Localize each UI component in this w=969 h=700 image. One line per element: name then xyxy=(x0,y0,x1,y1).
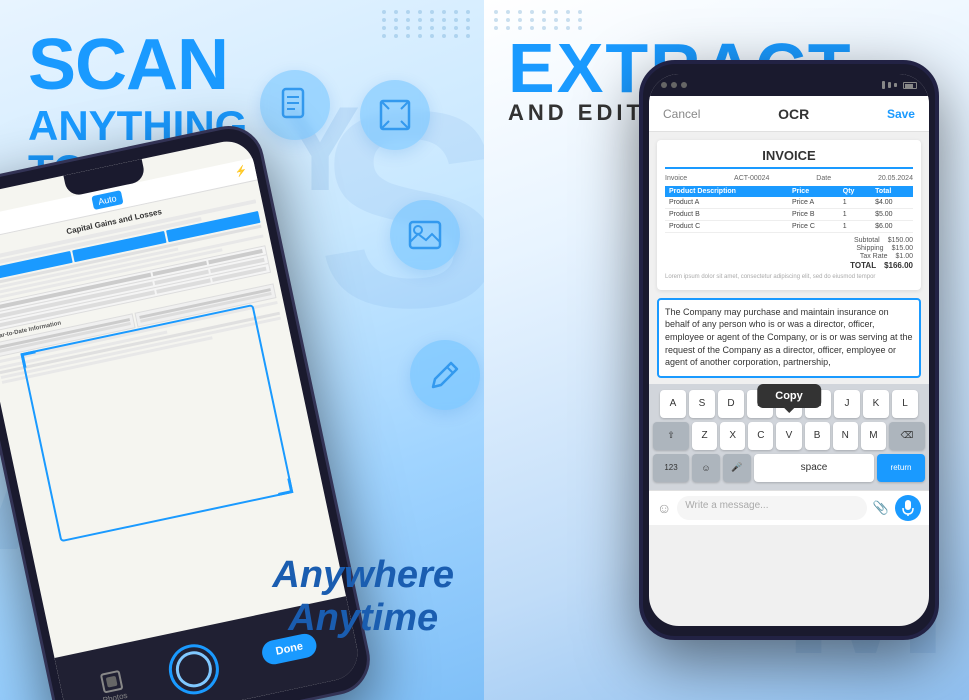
key-j[interactable]: J xyxy=(834,390,860,418)
phone-right: Cancel OCR Save INVOICE Invoice ACT-0002… xyxy=(639,60,939,640)
key-delete[interactable]: ⌫ xyxy=(889,422,925,450)
col-price: Price xyxy=(788,186,839,197)
invoice-small-text: Lorem ipsum dolor sit amet, consectetur … xyxy=(665,274,913,282)
right-panel: M EXTRACT AND EDIT ANY TEXT xyxy=(484,0,969,700)
key-mic[interactable]: 🎤 xyxy=(723,454,751,482)
ocr-save-button[interactable]: Save xyxy=(887,107,915,121)
invoice-totals: Subtotal$150.00 Shipping$15.00 Tax Rate$… xyxy=(665,237,913,270)
kb-row-2: ⇧ Z X C V B N M ⌫ xyxy=(653,422,925,450)
message-input[interactable]: Write a message... xyxy=(677,496,867,520)
key-n[interactable]: N xyxy=(833,422,858,450)
invoice-date-val: 20.05.2024 xyxy=(878,175,913,182)
key-return[interactable]: return xyxy=(877,454,925,482)
transform-icon-circle xyxy=(360,80,430,150)
kb-row-3: 123 ☺ 🎤 space return xyxy=(653,454,925,482)
key-space[interactable]: space xyxy=(754,454,874,482)
col-qty: Qty xyxy=(839,186,871,197)
ocr-cancel-button[interactable]: Cancel xyxy=(663,107,700,121)
total-val: $166.00 xyxy=(884,261,913,270)
scan-label: SCAN xyxy=(28,28,247,104)
tax-val: $1.00 xyxy=(895,253,913,260)
col-total: Total xyxy=(871,186,913,197)
key-emoji[interactable]: ☺ xyxy=(692,454,720,482)
capture-button[interactable] xyxy=(164,640,223,699)
subtotal-label: Subtotal xyxy=(854,237,880,244)
message-bar: ☺ Write a message... 📎 xyxy=(649,490,929,525)
key-k[interactable]: K xyxy=(863,390,889,418)
smiley-icon: ☺ xyxy=(657,500,671,516)
col-product: Product Description xyxy=(665,186,788,197)
key-x[interactable]: X xyxy=(720,422,745,450)
mic-button[interactable] xyxy=(895,495,921,521)
key-c[interactable]: C xyxy=(748,422,773,450)
key-shift[interactable]: ⇧ xyxy=(653,422,689,450)
dots-decoration-right xyxy=(494,10,586,30)
message-placeholder: Write a message... xyxy=(685,500,768,511)
key-a[interactable]: A xyxy=(660,390,686,418)
ocr-header: Cancel OCR Save xyxy=(649,96,929,132)
invoice-num: ACT-00024 xyxy=(734,175,769,182)
invoice-area: INVOICE Invoice ACT-00024 Date 20.05.202… xyxy=(657,140,921,290)
status-dots xyxy=(661,82,687,88)
anytime-label: Anytime xyxy=(272,597,454,640)
dots-decoration xyxy=(382,10,474,38)
attachment-icon[interactable]: 📎 xyxy=(873,500,889,516)
status-bar xyxy=(649,74,929,96)
table-row: Product BPrice B1$5.00 xyxy=(665,209,913,221)
text-extract-box[interactable]: The Company may purchase and maintain in… xyxy=(657,298,921,378)
tax-label: Tax Rate xyxy=(860,253,888,260)
key-v[interactable]: V xyxy=(776,422,801,450)
table-row: Product APrice A1$4.00 xyxy=(665,197,913,209)
copy-popup[interactable]: Copy xyxy=(757,384,821,408)
subtotal-val: $150.00 xyxy=(888,237,913,244)
key-123[interactable]: 123 xyxy=(653,454,689,482)
anywhere-anytime: Anywhere Anytime xyxy=(272,554,454,640)
status-icons xyxy=(882,81,917,89)
invoice-label: Invoice xyxy=(665,175,687,182)
image-icon-circle xyxy=(390,200,460,270)
invoice-info: Invoice ACT-00024 Date 20.05.2024 xyxy=(665,175,913,182)
invoice-date-label: Date xyxy=(816,175,831,182)
shipping-label: Shipping xyxy=(856,245,883,252)
key-b[interactable]: B xyxy=(805,422,830,450)
invoice-table: Product Description Price Qty Total Prod… xyxy=(665,186,913,233)
left-panel: A Y S SCAN ANYTHING TO PDF ✕ Auto ⚡ xyxy=(0,0,484,700)
key-m[interactable]: M xyxy=(861,422,886,450)
key-l[interactable]: L xyxy=(892,390,918,418)
edit-icon-circle xyxy=(410,340,480,410)
shipping-val: $15.00 xyxy=(892,245,913,252)
total-label: TOTAL xyxy=(850,261,876,270)
auto-badge: Auto xyxy=(91,190,124,210)
extracted-text: The Company may purchase and maintain in… xyxy=(665,307,912,367)
key-d[interactable]: D xyxy=(718,390,744,418)
table-row: Product CPrice C1$6.00 xyxy=(665,221,913,233)
key-s[interactable]: S xyxy=(689,390,715,418)
key-z[interactable]: Z xyxy=(692,422,717,450)
document-icon-circle xyxy=(260,70,330,140)
anywhere-label: Anywhere xyxy=(272,554,454,597)
invoice-title: INVOICE xyxy=(665,148,913,169)
ocr-title-label: OCR xyxy=(778,106,809,122)
